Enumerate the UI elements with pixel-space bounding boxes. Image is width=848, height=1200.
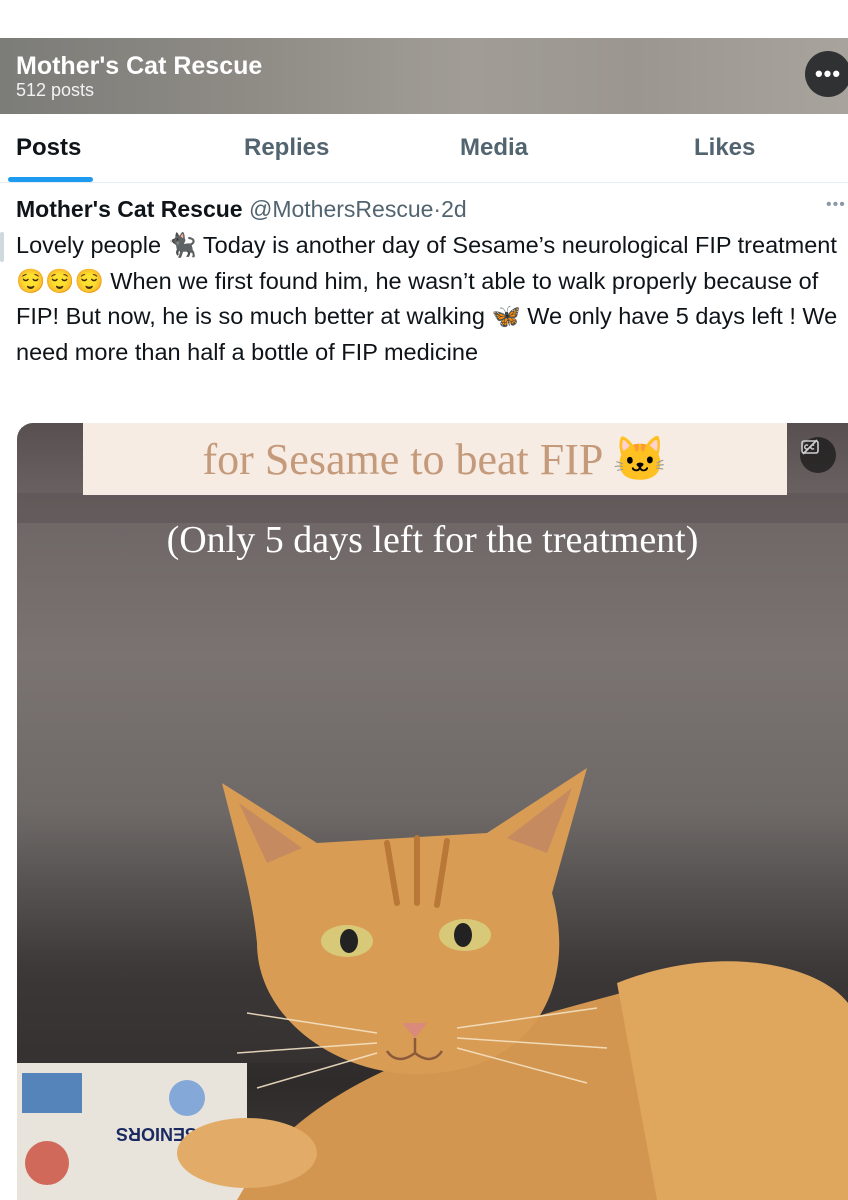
caption-banner: for Sesame to beat FIP 🐱 <box>83 423 787 495</box>
post-separator: · <box>433 196 442 222</box>
post-author-name[interactable]: Mother's Cat Rescue <box>16 196 243 222</box>
tab-replies[interactable]: Replies <box>244 114 329 182</box>
caption-text: for Sesame to beat FIP 🐱 <box>202 435 668 484</box>
post-time[interactable]: 2d <box>441 196 467 222</box>
post-count: 512 posts <box>16 80 95 100</box>
tab-media[interactable]: Media <box>460 114 528 182</box>
more-horizontal-icon: ••• <box>814 61 842 86</box>
closed-captions-icon <box>801 439 819 455</box>
caption-subtext: (Only 5 days left for the treatment) <box>166 519 699 561</box>
profile-header: Mother's Cat Rescue 512 posts <box>0 38 848 114</box>
post-text: Lovely people 🐈‍⬛ Today is another day o… <box>16 232 838 365</box>
thread-line <box>0 232 4 262</box>
post-more-icon[interactable]: ••• <box>826 196 846 214</box>
tab-posts[interactable]: Posts <box>16 114 81 182</box>
more-options-button[interactable]: ••• <box>805 51 848 97</box>
closed-captions-button[interactable] <box>800 437 836 473</box>
profile-name: Mother's Cat Rescue <box>16 52 263 80</box>
tab-likes[interactable]: Likes <box>694 114 755 182</box>
post-header: Mother's Cat Rescue @MothersRescue·2d <box>16 196 467 223</box>
post-media[interactable]: SENIORS for Sesame to beat FIP 🐱 (Only 5… <box>17 423 848 1200</box>
post-author-handle[interactable]: @MothersRescue <box>249 196 433 222</box>
status-area <box>0 0 848 38</box>
active-tab-indicator <box>8 177 93 182</box>
profile-tabs: Posts Replies Media Likes <box>0 114 848 183</box>
